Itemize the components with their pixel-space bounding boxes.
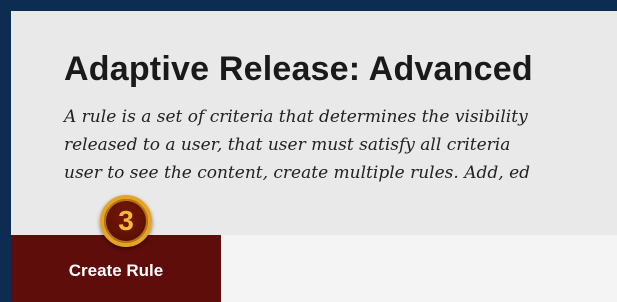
page-header: Adaptive Release: Advanced A rule is a s…	[11, 11, 617, 235]
description-line: A rule is a set of criteria that determi…	[64, 107, 528, 127]
step-number-badge: 3	[100, 195, 152, 247]
content-panel: Adaptive Release: Advanced A rule is a s…	[11, 11, 617, 302]
page-description: A rule is a set of criteria that determi…	[64, 103, 530, 187]
description-line: released to a user, that user must satis…	[64, 135, 511, 155]
page-title: Adaptive Release: Advanced	[64, 50, 533, 88]
description-line: user to see the content, create multiple…	[64, 163, 531, 183]
